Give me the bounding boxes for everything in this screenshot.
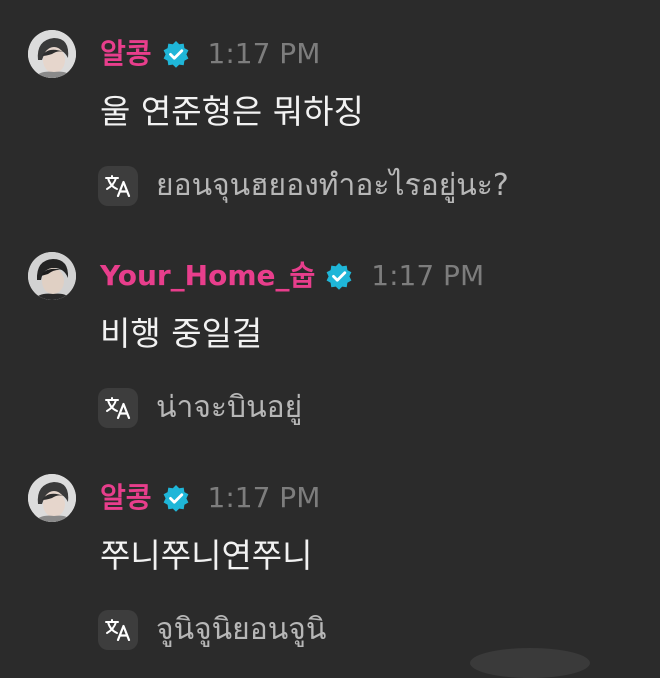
message-header: Your_Home_숩 1:17 PM <box>100 256 484 296</box>
avatar[interactable] <box>28 252 76 300</box>
message-header: 알콩 1:17 PM <box>100 34 320 74</box>
verified-check-icon <box>162 484 190 512</box>
chat-message: Your_Home_숩 1:17 PM 비행 중일걸 น่าจะบินอยู่ <box>0 222 660 444</box>
username[interactable]: Your_Home_숩 <box>100 256 315 296</box>
scroll-to-bottom-button[interactable] <box>470 648 590 678</box>
translated-text: จูนิจูนิยอนจูนิ <box>156 612 327 647</box>
timestamp: 1:17 PM <box>207 481 321 514</box>
username[interactable]: 알콩 <box>100 478 152 518</box>
timestamp: 1:17 PM <box>371 259 485 292</box>
username[interactable]: 알콩 <box>100 34 152 74</box>
translation-row: ยอนจุนฮยองทำอะไรอยู่นะ? <box>98 164 509 208</box>
timestamp: 1:17 PM <box>207 37 321 70</box>
translated-text: ยอนจุนฮยองทำอะไรอยู่นะ? <box>156 168 509 203</box>
avatar[interactable] <box>28 474 76 522</box>
translation-row: จูนิจูนิยอนจูนิ <box>98 608 326 652</box>
verified-check-icon <box>325 262 353 290</box>
message-text: 쭈니쭈니연쭈니 <box>100 536 313 575</box>
message-text: 울 연준형은 뭐하징 <box>100 92 364 131</box>
translate-icon[interactable] <box>98 166 138 206</box>
chat-message: 알콩 1:17 PM 울 연준형은 뭐하징 ยอนจุนฮยองทำอะไรอย… <box>0 0 660 222</box>
translated-text: น่าจะบินอยู่ <box>156 390 303 425</box>
avatar[interactable] <box>28 30 76 78</box>
message-text: 비행 중일걸 <box>100 314 263 353</box>
chat-message-list: 알콩 1:17 PM 울 연준형은 뭐하징 ยอนจุนฮยองทำอะไรอย… <box>0 0 660 678</box>
chat-message: 알콩 1:17 PM 쭈니쭈니연쭈니 จูนิจูนิยอนจูนิ <box>0 444 660 666</box>
verified-check-icon <box>162 40 190 68</box>
translation-row: น่าจะบินอยู่ <box>98 386 302 430</box>
message-header: 알콩 1:17 PM <box>100 478 320 518</box>
translate-icon[interactable] <box>98 388 138 428</box>
translate-icon[interactable] <box>98 610 138 650</box>
